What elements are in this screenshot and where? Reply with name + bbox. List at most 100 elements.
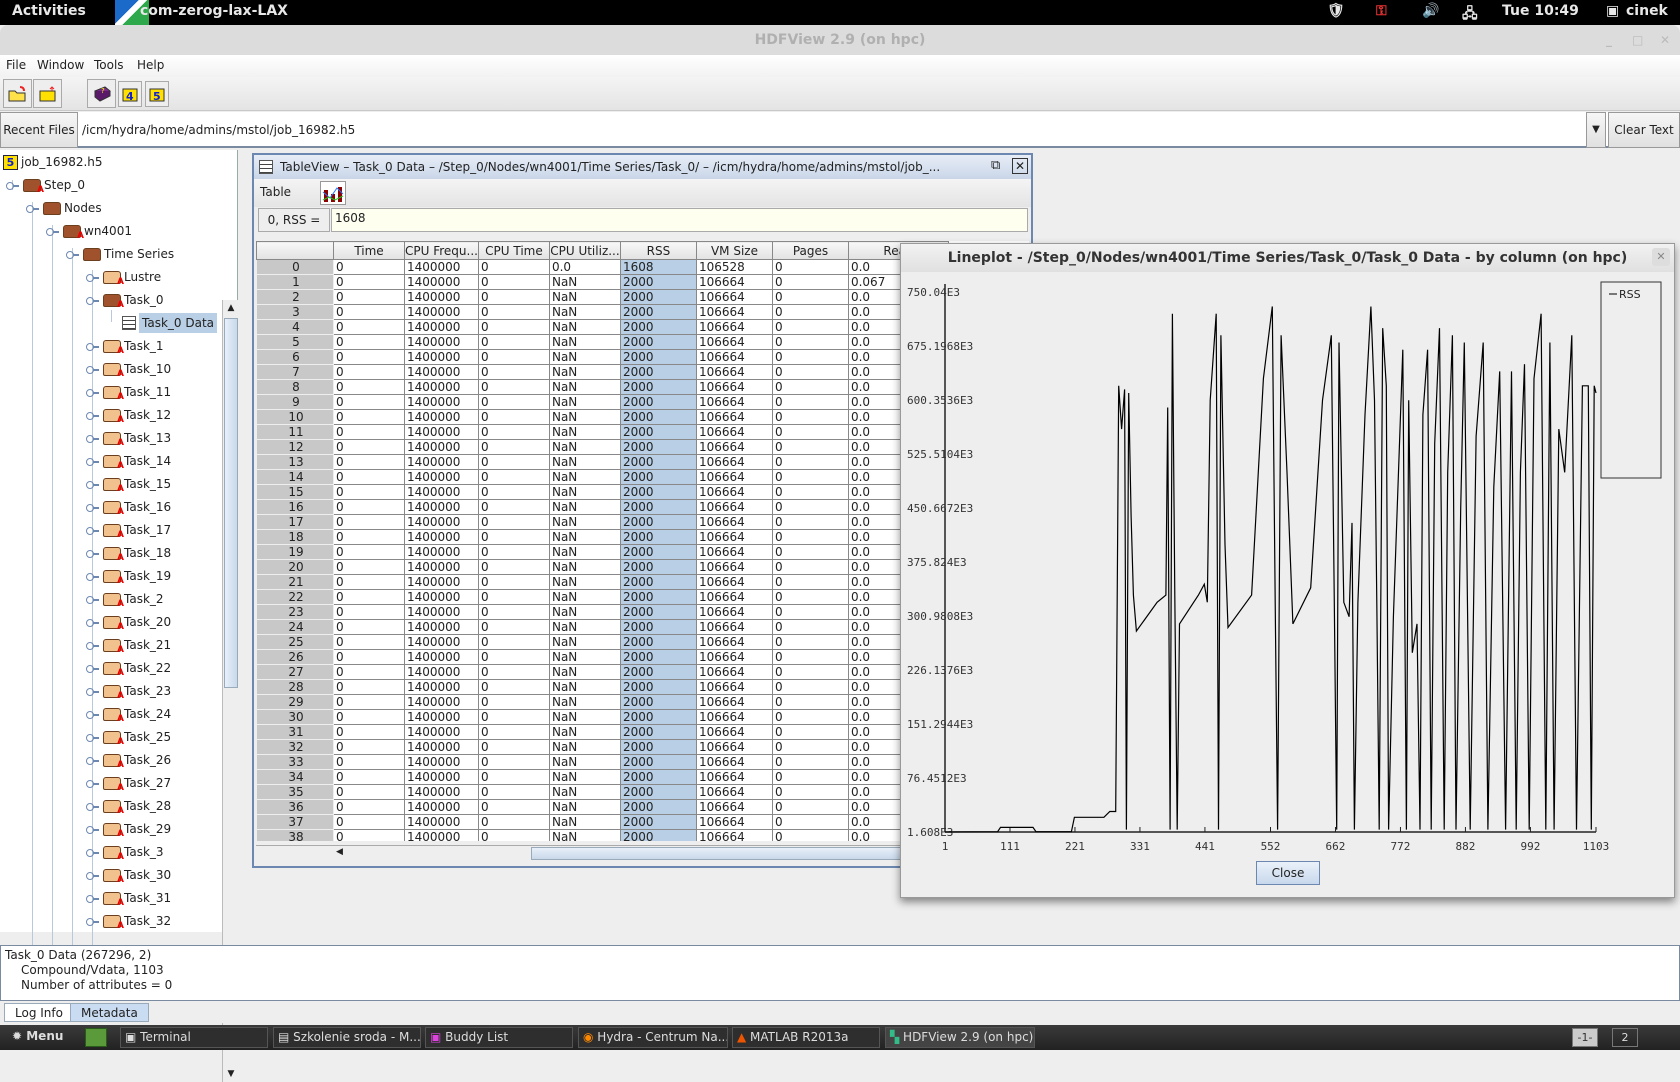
table-cell[interactable]: 0 bbox=[333, 784, 405, 800]
tree-node-task[interactable]: A Task_18 bbox=[86, 543, 171, 563]
table-cell[interactable]: 1400000 bbox=[404, 829, 479, 841]
table-cell[interactable]: NaN bbox=[548, 784, 621, 800]
table-cell[interactable]: 106664 bbox=[695, 469, 773, 485]
row-header[interactable]: 8 bbox=[256, 379, 334, 395]
table-cell[interactable]: 2000 bbox=[619, 694, 697, 710]
tree-node-task[interactable]: A Task_14 bbox=[86, 451, 171, 471]
table-cell[interactable]: 0 bbox=[771, 394, 849, 410]
table-cell[interactable]: 0 bbox=[477, 529, 550, 545]
table-cell[interactable]: 106664 bbox=[695, 349, 773, 365]
tree-node-step0[interactable]: A Step_0 bbox=[6, 175, 85, 195]
expand-handle-icon[interactable] bbox=[26, 203, 40, 213]
table-cell[interactable]: 0 bbox=[477, 304, 550, 320]
table-cell[interactable]: NaN bbox=[548, 514, 621, 530]
row-header[interactable]: 5 bbox=[256, 334, 334, 350]
table-cell[interactable]: NaN bbox=[548, 529, 621, 545]
table-cell[interactable]: 0 bbox=[333, 739, 405, 755]
row-header[interactable]: 9 bbox=[256, 394, 334, 410]
table-cell[interactable]: 0 bbox=[477, 769, 550, 785]
expand-handle-icon[interactable] bbox=[86, 387, 100, 397]
bluetooth-key-icon[interactable]: ⚿ bbox=[1376, 3, 1387, 19]
table-cell[interactable]: 1400000 bbox=[404, 349, 479, 365]
table-cell[interactable]: 0 bbox=[771, 484, 849, 500]
expand-handle-icon[interactable] bbox=[86, 433, 100, 443]
table-cell[interactable]: 2000 bbox=[619, 274, 697, 290]
expand-handle-icon[interactable] bbox=[86, 456, 100, 466]
table-cell[interactable]: 0 bbox=[771, 679, 849, 695]
table-cell[interactable]: 0 bbox=[333, 664, 405, 680]
column-header[interactable] bbox=[256, 241, 334, 260]
table-cell[interactable]: 2000 bbox=[619, 754, 697, 770]
scroll-thumb[interactable] bbox=[224, 318, 238, 688]
table-cell[interactable]: NaN bbox=[548, 544, 621, 560]
table-cell[interactable]: 0 bbox=[771, 274, 849, 290]
tree-node-task[interactable]: A Task_2 bbox=[86, 589, 164, 609]
expand-handle-icon[interactable] bbox=[66, 249, 80, 259]
open-file-button[interactable] bbox=[3, 79, 32, 108]
table-cell[interactable]: 106664 bbox=[695, 724, 773, 740]
expand-handle-icon[interactable] bbox=[86, 295, 100, 305]
minimize-icon[interactable]: _ bbox=[1606, 25, 1612, 55]
tree-node-task[interactable]: A Task_13 bbox=[86, 428, 171, 448]
table-cell[interactable]: 0 bbox=[771, 319, 849, 335]
table-cell[interactable]: 0 bbox=[771, 424, 849, 440]
expand-handle-icon[interactable] bbox=[86, 479, 100, 489]
table-cell[interactable]: 1400000 bbox=[404, 799, 479, 815]
tree-node-task[interactable]: A Task_10 bbox=[86, 359, 171, 379]
tree-node-task[interactable]: A Task_17 bbox=[86, 520, 171, 540]
table-cell[interactable]: 106664 bbox=[695, 364, 773, 380]
table-cell[interactable]: 2000 bbox=[619, 814, 697, 830]
workspace-2[interactable]: 2 bbox=[1612, 1028, 1638, 1047]
table-cell[interactable]: 0 bbox=[333, 394, 405, 410]
table-cell[interactable]: 1400000 bbox=[404, 514, 479, 530]
table-cell[interactable]: 0 bbox=[771, 454, 849, 470]
expand-handle-icon[interactable] bbox=[86, 686, 100, 696]
row-header[interactable]: 21 bbox=[256, 574, 334, 590]
table-cell[interactable]: NaN bbox=[548, 424, 621, 440]
menu-tools[interactable]: Tools bbox=[94, 58, 124, 72]
table-cell[interactable]: 0 bbox=[771, 334, 849, 350]
column-header[interactable]: CPU Utiliz... bbox=[548, 241, 621, 260]
row-header[interactable]: 14 bbox=[256, 469, 334, 485]
table-cell[interactable]: 0 bbox=[477, 634, 550, 650]
table-cell[interactable]: 2000 bbox=[619, 574, 697, 590]
table-cell[interactable]: 1400000 bbox=[404, 589, 479, 605]
task-hdfview[interactable]: ▚ HDFView 2.9 (on hpc) bbox=[885, 1027, 1035, 1048]
row-header[interactable]: 24 bbox=[256, 619, 334, 635]
network-disconnected-icon[interactable]: 🖧 bbox=[1462, 3, 1478, 27]
table-cell[interactable]: 0 bbox=[333, 559, 405, 575]
column-header[interactable]: RSS bbox=[619, 241, 697, 260]
table-cell[interactable]: 0 bbox=[477, 409, 550, 425]
table-cell[interactable]: 106664 bbox=[695, 589, 773, 605]
row-header[interactable]: 33 bbox=[256, 754, 334, 770]
table-cell[interactable]: 1608 bbox=[619, 259, 697, 275]
table-cell[interactable]: NaN bbox=[548, 499, 621, 515]
table-cell[interactable]: 0 bbox=[771, 379, 849, 395]
table-cell[interactable]: 106664 bbox=[695, 769, 773, 785]
tree-node-time-series[interactable]: Time Series bbox=[66, 244, 174, 264]
table-cell[interactable]: 106664 bbox=[695, 334, 773, 350]
detach-icon[interactable]: ⧉ bbox=[991, 158, 1000, 173]
table-cell[interactable]: 0 bbox=[771, 589, 849, 605]
tree-node-task[interactable]: A Task_12 bbox=[86, 405, 171, 425]
column-header[interactable]: Pages bbox=[771, 241, 849, 260]
table-cell[interactable]: 0 bbox=[771, 709, 849, 725]
table-cell[interactable]: 1400000 bbox=[404, 289, 479, 305]
expand-handle-icon[interactable] bbox=[86, 847, 100, 857]
table-cell[interactable]: 0 bbox=[477, 619, 550, 635]
table-cell[interactable]: 2000 bbox=[619, 679, 697, 695]
table-cell[interactable]: 1400000 bbox=[404, 709, 479, 725]
table-cell[interactable]: 0 bbox=[771, 724, 849, 740]
show-desktop-icon[interactable] bbox=[85, 1028, 107, 1047]
column-header[interactable]: VM Size bbox=[695, 241, 773, 260]
table-cell[interactable]: 0 bbox=[771, 304, 849, 320]
table-cell[interactable]: 106664 bbox=[695, 484, 773, 500]
table-cell[interactable]: 0 bbox=[333, 679, 405, 695]
table-cell[interactable]: 106664 bbox=[695, 679, 773, 695]
table-cell[interactable]: NaN bbox=[548, 334, 621, 350]
clock[interactable]: Tue 10:49 bbox=[1502, 3, 1579, 19]
expand-handle-icon[interactable] bbox=[86, 916, 100, 926]
table-cell[interactable]: 0 bbox=[771, 649, 849, 665]
tree-node-task[interactable]: A Task_30 bbox=[86, 865, 171, 885]
table-cell[interactable]: 0 bbox=[333, 289, 405, 305]
